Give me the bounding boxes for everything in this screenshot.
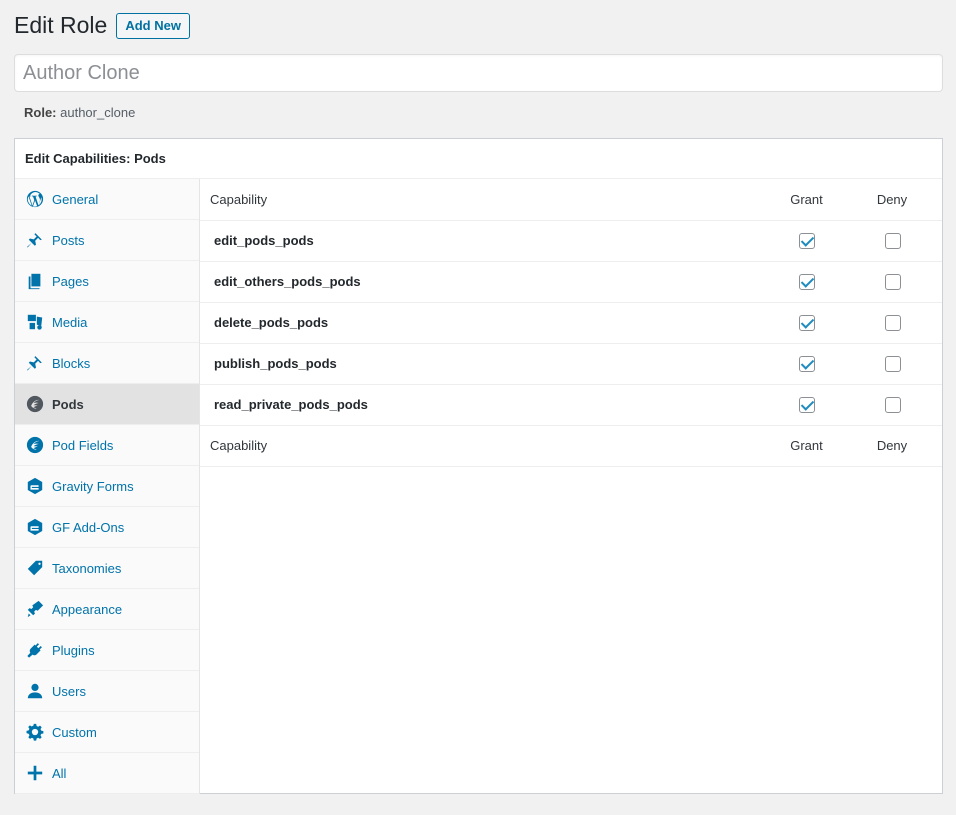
- role-slug-label: Role:: [24, 105, 57, 120]
- sidebar-item-label: General: [52, 191, 99, 207]
- column-header-deny: Deny: [852, 179, 942, 221]
- capability-name: edit_pods_pods: [200, 220, 762, 262]
- sidebar-item-posts[interactable]: Posts: [15, 220, 199, 261]
- sidebar-item-taxonomies[interactable]: Taxonomies: [15, 548, 199, 589]
- grant-cell: [762, 261, 852, 303]
- sidebar-item-custom[interactable]: Custom: [15, 712, 199, 753]
- deny-checkbox[interactable]: [884, 314, 901, 331]
- gear-icon: [25, 722, 45, 742]
- page-title: Edit Role: [14, 12, 108, 38]
- sidebar-item-blocks[interactable]: Blocks: [15, 343, 199, 384]
- pushpin-icon: [25, 230, 45, 250]
- footer-header-capability: Capability: [200, 425, 762, 467]
- capabilities-box: Edit Capabilities: Pods General Posts Page…: [14, 138, 943, 794]
- sidebar-item-pod-fields[interactable]: Pod Fields: [15, 425, 199, 466]
- deny-cell: [852, 302, 942, 344]
- sidebar-item-label: Gravity Forms: [52, 478, 134, 494]
- table-row: delete_pods_pods: [200, 302, 942, 344]
- deny-cell: [852, 343, 942, 385]
- pods-icon: [25, 435, 45, 455]
- sidebar-item-label: Pods: [52, 396, 84, 412]
- sidebar-item-label: Users: [52, 683, 86, 699]
- media-icon: [25, 312, 45, 332]
- deny-checkbox[interactable]: [884, 232, 901, 249]
- pushpin-icon: [25, 353, 45, 373]
- column-header-grant: Grant: [762, 179, 852, 221]
- sidebar-item-label: GF Add-Ons: [52, 519, 125, 535]
- grant-cell: [762, 343, 852, 385]
- capability-group-nav: General Posts Pages Media Blocks Pods Pod Fiel…: [15, 179, 200, 794]
- plugin-icon: [25, 640, 45, 660]
- wordpress-icon: [25, 189, 45, 209]
- sidebar-item-label: Taxonomies: [52, 560, 122, 576]
- footer-header-grant: Grant: [762, 425, 852, 467]
- sidebar-item-label: Plugins: [52, 642, 95, 658]
- user-icon: [25, 681, 45, 701]
- deny-checkbox[interactable]: [884, 355, 901, 372]
- grant-checkbox[interactable]: [799, 232, 815, 249]
- table-row: publish_pods_pods: [200, 343, 942, 385]
- paintbrush-icon: [25, 599, 45, 619]
- sidebar-item-label: Media: [52, 314, 88, 330]
- plus-icon: [25, 763, 45, 783]
- grant-cell: [762, 384, 852, 426]
- column-header-capability: Capability: [200, 179, 762, 221]
- sidebar-item-gravity-forms[interactable]: Gravity Forms: [15, 466, 199, 507]
- sidebar-item-label: Pod Fields: [52, 437, 114, 453]
- capability-name: publish_pods_pods: [200, 343, 762, 385]
- capability-name: read_private_pods_pods: [200, 384, 762, 426]
- sidebar-item-label: Appearance: [52, 601, 123, 617]
- grant-checkbox[interactable]: [799, 355, 815, 372]
- capability-table-wrap: Capability Grant Deny edit_pods_pods edit…: [200, 179, 942, 794]
- sidebar-item-pods[interactable]: Pods: [15, 384, 199, 425]
- sidebar-item-label: Posts: [52, 232, 85, 248]
- sidebar-item-label: All: [52, 765, 67, 781]
- deny-cell: [852, 384, 942, 426]
- role-slug-line: Role: author_clone: [24, 105, 135, 120]
- grant-checkbox[interactable]: [799, 396, 815, 413]
- deny-cell: [852, 261, 942, 303]
- sidebar-item-general[interactable]: General: [15, 179, 199, 220]
- tag-icon: [25, 558, 45, 578]
- sidebar-item-appearance[interactable]: Appearance: [15, 589, 199, 630]
- deny-checkbox[interactable]: [884, 396, 901, 413]
- page-header: Edit Role Add New: [14, 11, 190, 40]
- deny-cell: [852, 220, 942, 262]
- pods-icon: [25, 394, 45, 414]
- pages-icon: [25, 271, 45, 291]
- sidebar-item-label: Pages: [52, 273, 89, 289]
- capabilities-box-title: Edit Capabilities: Pods: [15, 139, 942, 179]
- gravity-forms-icon: [25, 517, 45, 537]
- table-header-row: Capability Grant Deny: [200, 179, 942, 221]
- table-row: edit_pods_pods: [200, 220, 942, 262]
- sidebar-item-media[interactable]: Media: [15, 302, 199, 343]
- sidebar-item-all[interactable]: All: [15, 753, 199, 794]
- deny-checkbox[interactable]: [884, 273, 901, 290]
- grant-checkbox[interactable]: [799, 314, 815, 331]
- sidebar-item-label: Custom: [52, 724, 97, 740]
- sidebar-item-pages[interactable]: Pages: [15, 261, 199, 302]
- sidebar-item-gf-add-ons[interactable]: GF Add-Ons: [15, 507, 199, 548]
- table-row: edit_others_pods_pods: [200, 261, 942, 303]
- grant-cell: [762, 220, 852, 262]
- table-footer-row: Capability Grant Deny: [200, 425, 942, 467]
- gravity-forms-icon: [25, 476, 45, 496]
- footer-header-deny: Deny: [852, 425, 942, 467]
- table-row: read_private_pods_pods: [200, 384, 942, 426]
- capability-table: Capability Grant Deny edit_pods_pods edit…: [200, 179, 942, 467]
- capability-name: delete_pods_pods: [200, 302, 762, 344]
- capability-name: edit_others_pods_pods: [200, 261, 762, 303]
- sidebar-item-users[interactable]: Users: [15, 671, 199, 712]
- grant-cell: [762, 302, 852, 344]
- sidebar-item-label: Blocks: [52, 355, 91, 371]
- sidebar-item-plugins[interactable]: Plugins: [15, 630, 199, 671]
- grant-checkbox[interactable]: [799, 273, 815, 290]
- role-name-input[interactable]: [14, 54, 943, 92]
- role-slug-value: author_clone: [60, 105, 136, 120]
- add-new-button[interactable]: Add New: [116, 12, 190, 39]
